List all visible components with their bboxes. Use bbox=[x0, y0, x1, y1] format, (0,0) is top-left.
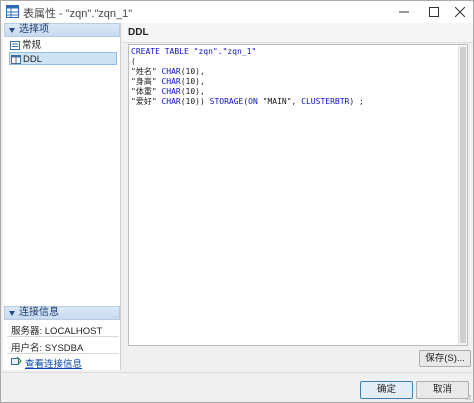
ddl-line-6: "爱好" CHAR(10)) STORAGE(ON "MAIN", CLUSTE… bbox=[131, 97, 364, 106]
minimize-icon bbox=[399, 11, 409, 13]
divider bbox=[1, 372, 473, 373]
cancel-button[interactable]: 取消 bbox=[416, 381, 469, 399]
table-icon bbox=[6, 5, 19, 18]
nav-item-ddl-label: DDL bbox=[23, 54, 43, 65]
panel-title: DDL bbox=[122, 23, 473, 43]
minimize-button[interactable] bbox=[390, 1, 418, 23]
table-properties-dialog: 表属性 - "zqn"."zqn_1" 选择项 常规 DDL 连接信息 服务器:… bbox=[0, 0, 474, 403]
collapse-triangle-icon bbox=[9, 311, 15, 316]
window-title: 表属性 - "zqn"."zqn_1" bbox=[23, 8, 133, 20]
properties-icon bbox=[10, 41, 20, 50]
divider bbox=[7, 353, 119, 354]
vertical-scrollbar[interactable] bbox=[458, 45, 467, 345]
maximize-button[interactable] bbox=[420, 1, 448, 23]
server-info: 服务器: LOCALHOST bbox=[11, 326, 103, 337]
nav-item-ddl[interactable]: DDL bbox=[9, 52, 117, 65]
connection-section-header[interactable]: 连接信息 bbox=[4, 306, 120, 320]
nav-item-general-label: 常规 bbox=[22, 40, 42, 51]
divider bbox=[7, 336, 119, 337]
ddl-line-1-text: CREATE TABLE "zqn"."zqn_1" bbox=[131, 47, 257, 56]
collapse-triangle-icon bbox=[9, 28, 15, 33]
ddl-line-3: "姓名" CHAR(10), bbox=[131, 67, 205, 76]
ddl-icon bbox=[11, 55, 21, 64]
connection-info-icon bbox=[11, 356, 22, 366]
scrollbar-thumb[interactable] bbox=[460, 47, 466, 343]
selection-header-label: 选择项 bbox=[19, 24, 49, 35]
title-bar: 表属性 - "zqn"."zqn_1" bbox=[1, 1, 473, 23]
close-icon bbox=[455, 7, 465, 17]
resize-grip-icon[interactable] bbox=[463, 392, 471, 400]
selection-section-header[interactable]: 选择项 bbox=[4, 23, 120, 37]
close-button[interactable] bbox=[446, 1, 474, 23]
left-panel: 选择项 常规 DDL 连接信息 服务器: LOCALHOST 用户名: SYSD… bbox=[3, 23, 121, 370]
ok-button[interactable]: 确定 bbox=[360, 381, 413, 399]
ddl-line-2: ( bbox=[131, 57, 136, 66]
save-button[interactable]: 保存(S)... bbox=[419, 350, 471, 367]
ddl-code: CREATE TABLE "zqn"."zqn_1"("姓名" CHAR(10)… bbox=[131, 47, 364, 107]
ddl-line-4: "身高" CHAR(10), bbox=[131, 77, 205, 86]
connection-header-label: 连接信息 bbox=[19, 307, 59, 318]
ddl-line-1: CREATE TABLE "zqn"."zqn_1" bbox=[131, 47, 364, 57]
ddl-line-5: "体重" CHAR(10), bbox=[131, 87, 205, 96]
ddl-editor[interactable]: CREATE TABLE "zqn"."zqn_1"("姓名" CHAR(10)… bbox=[128, 44, 468, 346]
user-info: 用户名: SYSDBA bbox=[11, 343, 84, 354]
maximize-icon bbox=[429, 7, 439, 17]
view-connection-link[interactable]: 查看连接信息 bbox=[11, 356, 82, 370]
right-panel: DDL CREATE TABLE "zqn"."zqn_1"("姓名" CHAR… bbox=[122, 23, 473, 370]
view-connection-label: 查看连接信息 bbox=[25, 359, 83, 370]
nav-item-general[interactable]: 常规 bbox=[9, 39, 117, 52]
